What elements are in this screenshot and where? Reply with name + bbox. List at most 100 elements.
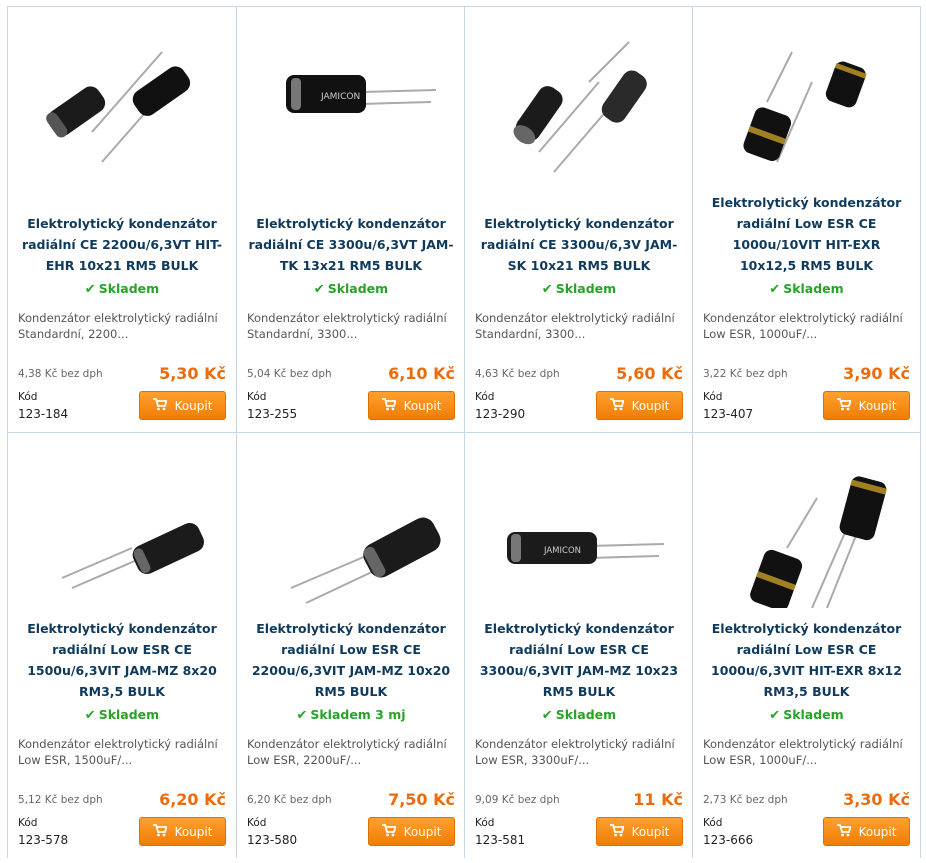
cart-icon [609, 397, 625, 414]
buy-button[interactable]: Koupit [596, 391, 683, 420]
price: 7,50 Kč [388, 790, 455, 809]
product-card[interactable]: JAMICON Elektrolytický kondenzátor radiá… [464, 432, 693, 858]
price: 11 Kč [633, 790, 683, 809]
stock-status: ✔ Skladem [693, 707, 920, 723]
product-code: 123-578 [18, 833, 69, 847]
cart-icon [609, 823, 625, 840]
cart-icon [152, 397, 168, 414]
buy-button[interactable]: Koupit [368, 817, 455, 846]
code-label: Kód [703, 391, 723, 403]
product-description: Kondenzátor elektrolytický radiální Low … [475, 737, 675, 767]
stock-status: ✔ Skladem [693, 281, 920, 297]
buy-label: Koupit [631, 398, 670, 413]
product-code: 123-581 [475, 833, 526, 847]
product-description: Kondenzátor elektrolytický radiální Stan… [475, 311, 675, 341]
stock-status: ✔ Skladem [465, 707, 693, 723]
stock-status: ✔ Skladem [465, 281, 693, 297]
buy-button[interactable]: Koupit [139, 391, 226, 420]
product-image[interactable] [693, 7, 920, 187]
product-title[interactable]: Elektrolytický kondenzátor radiální CE 2… [18, 213, 226, 276]
check-icon: ✔ [769, 282, 781, 297]
price: 3,30 Kč [843, 790, 910, 809]
stock-label: Skladem [555, 281, 617, 296]
price-without-vat: 4,38 Kč bez dph [18, 368, 103, 380]
price-without-vat: 5,04 Kč bez dph [247, 368, 332, 380]
product-code: 123-184 [18, 407, 69, 421]
product-title[interactable]: Elektrolytický kondenzátor radiální Low … [703, 192, 910, 276]
stock-status: ✔ Skladem [8, 281, 236, 297]
check-icon: ✔ [769, 708, 781, 723]
buy-button[interactable]: Koupit [139, 817, 226, 846]
svg-text:JAMICON: JAMICON [543, 546, 581, 556]
product-image[interactable]: JAMICON [465, 433, 693, 613]
code-label: Kód [247, 391, 267, 403]
price: 6,10 Kč [388, 364, 455, 383]
code-label: Kód [18, 391, 38, 403]
price: 5,30 Kč [159, 364, 226, 383]
cart-icon [152, 823, 168, 840]
product-grid: Elektrolytický kondenzátor radiální CE 2… [0, 0, 926, 863]
product-image[interactable] [465, 7, 693, 187]
product-image[interactable] [237, 433, 465, 613]
buy-label: Koupit [631, 824, 670, 839]
buy-label: Koupit [403, 824, 442, 839]
product-image[interactable] [8, 433, 236, 613]
product-card[interactable]: Elektrolytický kondenzátor radiální Low … [692, 6, 921, 432]
price-without-vat: 6,20 Kč bez dph [247, 794, 332, 806]
product-description: Kondenzátor elektrolytický radiální Stan… [18, 311, 218, 341]
product-title[interactable]: Elektrolytický kondenzátor radiální CE 3… [247, 213, 455, 276]
stock-label: Skladem [98, 707, 160, 722]
check-icon: ✔ [541, 282, 553, 297]
product-card[interactable]: JAMICON Elektrolytický kondenzátor radiá… [236, 6, 465, 432]
product-description: Kondenzátor elektrolytický radiální Low … [18, 737, 218, 767]
product-code: 123-407 [703, 407, 754, 421]
product-card[interactable]: Elektrolytický kondenzátor radiální CE 3… [464, 6, 693, 432]
product-image[interactable]: JAMICON [237, 7, 465, 187]
buy-label: Koupit [174, 398, 213, 413]
buy-label: Koupit [403, 398, 442, 413]
product-card[interactable]: Elektrolytický kondenzátor radiální Low … [692, 432, 921, 858]
product-image[interactable] [8, 7, 236, 187]
buy-button[interactable]: Koupit [823, 817, 910, 846]
stock-label: Skladem [783, 707, 844, 722]
svg-text:JAMICON: JAMICON [320, 92, 360, 102]
product-code: 123-580 [247, 833, 298, 847]
cart-icon [836, 823, 852, 840]
buy-button[interactable]: Koupit [368, 391, 455, 420]
cart-icon [381, 823, 397, 840]
price: 5,60 Kč [616, 364, 683, 383]
product-title[interactable]: Elektrolytický kondenzátor radiální Low … [703, 618, 910, 702]
product-description: Kondenzátor elektrolytický radiální Low … [247, 737, 447, 767]
code-label: Kód [247, 817, 267, 829]
price: 3,90 Kč [843, 364, 910, 383]
price-without-vat: 3,22 Kč bez dph [703, 368, 788, 380]
product-title[interactable]: Elektrolytický kondenzátor radiální Low … [475, 618, 683, 702]
price-without-vat: 2,73 Kč bez dph [703, 794, 788, 806]
stock-label: Skladem [783, 281, 844, 296]
stock-status: ✔ Skladem [8, 707, 236, 723]
product-card[interactable]: Elektrolytický kondenzátor radiální Low … [236, 432, 465, 858]
check-icon: ✔ [296, 708, 308, 723]
stock-label: Skladem [555, 707, 617, 722]
buy-button[interactable]: Koupit [823, 391, 910, 420]
product-image[interactable] [693, 433, 920, 613]
product-description: Kondenzátor elektrolytický radiální Low … [703, 737, 903, 767]
product-title[interactable]: Elektrolytický kondenzátor radiální Low … [247, 618, 455, 702]
product-card[interactable]: Elektrolytický kondenzátor radiální CE 2… [7, 6, 236, 432]
product-title[interactable]: Elektrolytický kondenzátor radiální CE 3… [475, 213, 683, 276]
product-code: 123-666 [703, 833, 754, 847]
stock-status: ✔ Skladem 3 mj [237, 707, 465, 723]
price: 6,20 Kč [159, 790, 226, 809]
check-icon: ✔ [313, 282, 325, 297]
product-title[interactable]: Elektrolytický kondenzátor radiální Low … [18, 618, 226, 702]
code-label: Kód [18, 817, 38, 829]
code-label: Kód [475, 817, 495, 829]
buy-label: Koupit [174, 824, 213, 839]
price-without-vat: 9,09 Kč bez dph [475, 794, 560, 806]
stock-label: Skladem [327, 281, 389, 296]
buy-button[interactable]: Koupit [596, 817, 683, 846]
product-code: 123-255 [247, 407, 298, 421]
product-card[interactable]: Elektrolytický kondenzátor radiální Low … [7, 432, 236, 858]
check-icon: ✔ [541, 708, 553, 723]
product-description: Kondenzátor elektrolytický radiální Low … [703, 311, 903, 341]
